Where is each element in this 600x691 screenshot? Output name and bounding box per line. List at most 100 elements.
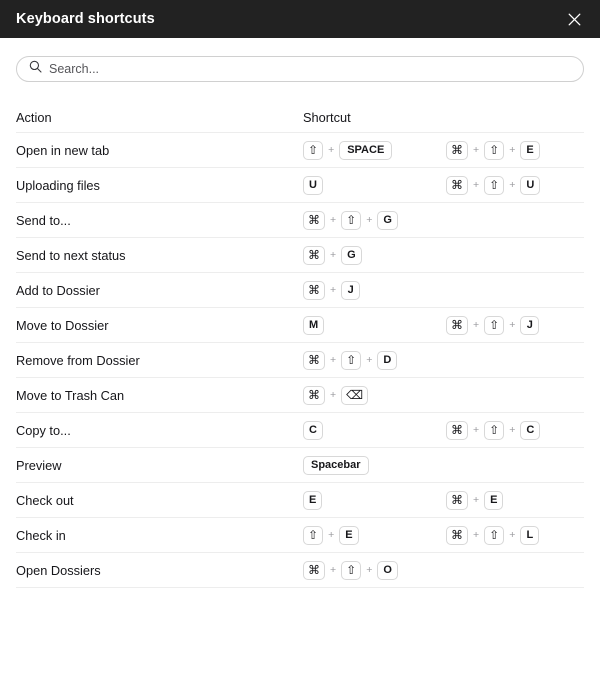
key-separator: + bbox=[473, 493, 480, 506]
key-separator: + bbox=[509, 178, 516, 191]
command-key: ⌘ bbox=[303, 350, 325, 370]
shortcut-combo-secondary: ⌘ + ⇧ + E bbox=[446, 140, 540, 160]
key-separator: + bbox=[328, 528, 335, 541]
key-separator: + bbox=[473, 178, 480, 191]
shortcut-combo-primary: ⌘ + ⇧ + G bbox=[303, 210, 398, 230]
command-key: ⌘ bbox=[446, 140, 468, 160]
shortcut-cell: E ⌘ + E bbox=[303, 483, 584, 517]
table-row: Preview Spacebar bbox=[16, 447, 584, 482]
shortcut-combo-primary: ⇧ + SPACE bbox=[303, 140, 393, 160]
key-cap: E bbox=[520, 140, 540, 160]
action-label: Uploading files bbox=[16, 177, 100, 193]
shortcut-combo-primary: ⇧ + E bbox=[303, 525, 359, 545]
table-row: Open Dossiers ⌘ + ⇧ + O bbox=[16, 552, 584, 587]
close-button[interactable] bbox=[562, 7, 586, 31]
key-cap: G bbox=[341, 245, 362, 265]
shortcut-combo-secondary: ⌘ + ⇧ + U bbox=[446, 175, 541, 195]
table-row: Check in ⇧ + E ⌘ + ⇧ + L bbox=[16, 517, 584, 552]
key-cap: C bbox=[520, 420, 541, 440]
key-separator: + bbox=[509, 528, 516, 541]
command-key: ⌘ bbox=[446, 490, 468, 510]
command-key: ⌘ bbox=[303, 560, 325, 580]
action-label: Move to Trash Can bbox=[16, 387, 125, 403]
command-key: ⌘ bbox=[303, 210, 325, 230]
shortcut-combo-primary: C bbox=[303, 420, 323, 440]
dialog-titlebar: Keyboard shortcuts bbox=[0, 0, 600, 38]
action-label: Copy to... bbox=[16, 422, 71, 438]
key-cap: D bbox=[377, 350, 398, 370]
search-icon bbox=[29, 60, 42, 78]
table-body: Open in new tab ⇧ + SPACE ⌘ + ⇧ + E Uploading fil… bbox=[16, 132, 584, 587]
table-row: Open in new tab ⇧ + SPACE ⌘ + ⇧ + E bbox=[16, 132, 584, 167]
command-key: ⌘ bbox=[446, 420, 468, 440]
key-cap: C bbox=[303, 420, 323, 440]
table-header-row: Action Shortcut bbox=[16, 102, 584, 132]
shortcut-cell: ⇧ + E ⌘ + ⇧ + L bbox=[303, 518, 584, 552]
shift-key: ⇧ bbox=[484, 525, 505, 545]
key-cap: G bbox=[377, 210, 398, 230]
action-label: Move to Dossier bbox=[16, 317, 109, 333]
key-separator: + bbox=[473, 143, 480, 156]
key-separator: + bbox=[330, 283, 337, 296]
action-label: Check out bbox=[16, 492, 74, 508]
search-section bbox=[0, 38, 600, 82]
shortcut-combo-secondary: ⌘ + ⇧ + C bbox=[446, 420, 541, 440]
key-separator: + bbox=[330, 563, 337, 576]
search-input[interactable] bbox=[49, 57, 571, 81]
table-row: Uploading files U ⌘ + ⇧ + U bbox=[16, 167, 584, 202]
action-label: Open Dossiers bbox=[16, 562, 101, 578]
table-row: Move to Dossier M ⌘ + ⇧ + J bbox=[16, 307, 584, 342]
key-separator: + bbox=[330, 388, 337, 401]
shortcut-combo-primary: U bbox=[303, 175, 323, 195]
command-key: ⌘ bbox=[446, 525, 468, 545]
backspace-key: ⌫ bbox=[341, 385, 369, 405]
table-row: Remove from Dossier ⌘ + ⇧ + D bbox=[16, 342, 584, 377]
shift-key: ⇧ bbox=[303, 140, 324, 160]
action-label: Open in new tab bbox=[16, 142, 110, 158]
shift-key: ⇧ bbox=[484, 140, 505, 160]
key-cap: SPACE bbox=[339, 140, 393, 160]
key-separator: + bbox=[328, 143, 335, 156]
key-cap: Spacebar bbox=[303, 455, 369, 475]
shortcut-combo-primary: ⌘ + ⇧ + D bbox=[303, 350, 398, 370]
key-cap: E bbox=[339, 525, 359, 545]
column-header-action: Action bbox=[16, 109, 52, 125]
keyboard-shortcuts-dialog: Keyboard shortcuts Action Shortcut bbox=[0, 0, 600, 691]
shift-key: ⇧ bbox=[484, 315, 505, 335]
key-separator: + bbox=[330, 248, 337, 261]
shortcut-combo-primary: ⌘ + G bbox=[303, 245, 362, 265]
key-cap: J bbox=[520, 315, 540, 335]
action-label: Preview bbox=[16, 457, 62, 473]
command-key: ⌘ bbox=[446, 315, 468, 335]
key-separator: + bbox=[509, 143, 516, 156]
action-label: Add to Dossier bbox=[16, 282, 100, 298]
command-key: ⌘ bbox=[303, 245, 325, 265]
key-separator: + bbox=[366, 213, 373, 226]
command-key: ⌘ bbox=[303, 385, 325, 405]
column-header-shortcut: Shortcut bbox=[303, 109, 351, 125]
shortcut-combo-primary: E bbox=[303, 490, 323, 510]
shortcut-combo-primary: M bbox=[303, 315, 325, 335]
key-cap: L bbox=[520, 525, 540, 545]
shortcut-combo-secondary: ⌘ + ⇧ + L bbox=[446, 525, 540, 545]
search-field[interactable] bbox=[16, 56, 584, 82]
shortcut-combo-primary: Spacebar bbox=[303, 455, 369, 475]
shortcut-combo-primary: ⌘ + ⌫ bbox=[303, 385, 369, 405]
table-row: Check out E ⌘ + E bbox=[16, 482, 584, 517]
shift-key: ⇧ bbox=[341, 210, 362, 230]
shortcut-combo-secondary: ⌘ + E bbox=[446, 490, 504, 510]
shift-key: ⇧ bbox=[341, 560, 362, 580]
shortcut-combo-primary: ⌘ + J bbox=[303, 280, 361, 300]
shift-key: ⇧ bbox=[303, 525, 324, 545]
shortcut-combo-primary: ⌘ + ⇧ + O bbox=[303, 560, 398, 580]
shortcut-cell: ⇧ + SPACE ⌘ + ⇧ + E bbox=[303, 133, 584, 167]
key-separator: + bbox=[509, 423, 516, 436]
shortcut-cell: C ⌘ + ⇧ + C bbox=[303, 413, 584, 447]
key-separator: + bbox=[473, 528, 480, 541]
key-cap: E bbox=[484, 490, 504, 510]
table-row: Send to next status ⌘ + G bbox=[16, 237, 584, 272]
shortcut-cell: ⌘ + ⇧ + D bbox=[303, 343, 584, 377]
key-cap: U bbox=[520, 175, 541, 195]
shortcut-combo-secondary: ⌘ + ⇧ + J bbox=[446, 315, 540, 335]
key-separator: + bbox=[473, 318, 480, 331]
